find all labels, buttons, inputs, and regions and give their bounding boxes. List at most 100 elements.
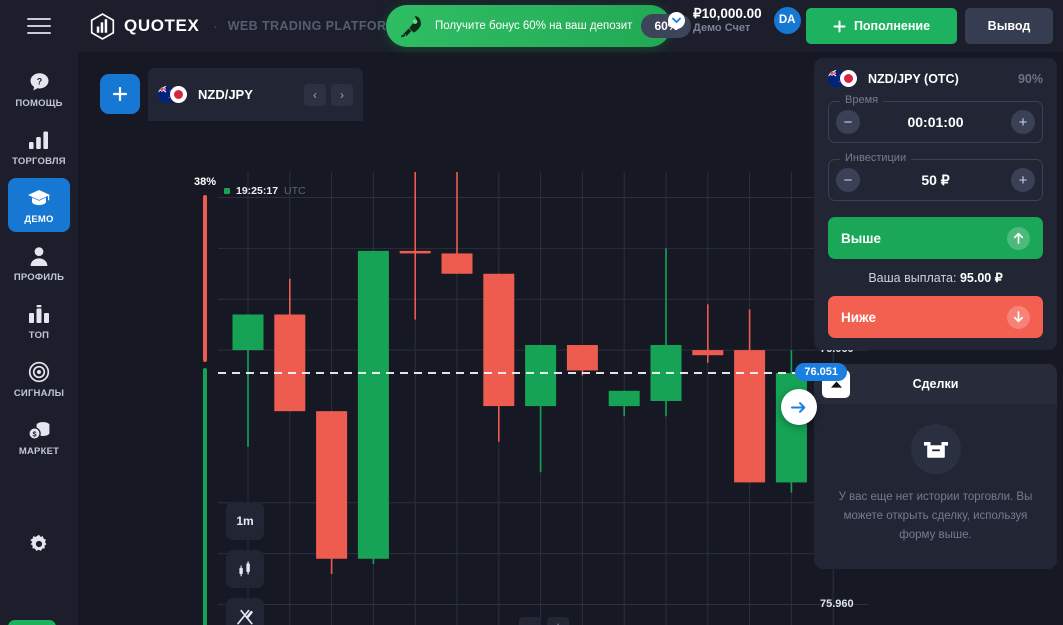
currency-flags-icon <box>158 85 190 104</box>
brand-logo: QUOTEX <box>90 12 200 40</box>
payout-amount: 95.00 ₽ <box>959 271 1003 285</box>
arrow-up-icon <box>1007 226 1030 250</box>
candlestick-plot[interactable] <box>218 172 868 625</box>
panel-asset-name: NZD/JPY (OTC) <box>868 72 959 86</box>
investment-increment-button[interactable]: + <box>1011 168 1035 192</box>
investment-value[interactable]: 50 ₽ <box>860 172 1011 189</box>
time-increment-button[interactable]: + <box>1011 110 1035 134</box>
deals-empty-state: У вас еще нет истории торговли. Вы может… <box>814 404 1057 569</box>
plus-icon <box>833 20 846 32</box>
brand-tagline: WEB TRADING PLATFORM <box>227 19 398 33</box>
sidebar-item-top[interactable]: ТОП <box>8 294 70 348</box>
deals-title: Сделки <box>912 377 959 391</box>
deposit-label: Пополнение <box>853 19 931 33</box>
sidebar-item-market[interactable]: $ МАРКЕТ <box>8 410 70 464</box>
settings-button[interactable] <box>0 534 78 554</box>
sentiment-sell-pct: 38% <box>193 176 217 188</box>
withdraw-label: Вывод <box>987 19 1031 33</box>
sidebar: ? ПОМОЩЬ ТОРГОВЛЯ ДЕМО ПРОФИЛЬ ТОП СИГНА… <box>0 52 78 625</box>
put-down-label: Ниже <box>841 309 876 325</box>
chart-type-button[interactable] <box>226 550 264 588</box>
sidebar-item-demo[interactable]: ДЕМО <box>8 178 70 232</box>
panel-asset-row[interactable]: NZD/JPY (OTC) 90% <box>828 70 1043 88</box>
drawing-tools-icon <box>237 609 253 625</box>
zoom-in-button[interactable]: + <box>547 617 569 625</box>
trade-form: NZD/JPY (OTC) 90% Время − 00:01:00 + Инв… <box>814 58 1057 350</box>
bar-chart-icon <box>28 129 50 151</box>
payout-prefix: Ваша выплата: <box>868 271 960 285</box>
sentiment-buy-bar <box>203 368 207 625</box>
sidebar-item-help[interactable]: ? ПОМОЩЬ <box>8 62 70 116</box>
payout-percent: 90% <box>1017 72 1043 86</box>
signal-icon <box>28 361 50 383</box>
asset-tab[interactable]: NZD/JPY ‹ › <box>148 68 363 121</box>
chevron-down-icon[interactable] <box>668 11 685 29</box>
timeframe-label: 1m <box>236 514 254 528</box>
sidebar-label: ТОП <box>28 330 50 341</box>
investment-legend: Инвестиции <box>840 152 912 164</box>
time-value[interactable]: 00:01:00 <box>860 114 1011 130</box>
podium-icon <box>28 303 50 325</box>
candlestick-icon <box>239 561 250 577</box>
sidebar-label: ПОМОЩЬ <box>15 98 63 109</box>
sidebar-label: МАРКЕТ <box>18 446 60 457</box>
chart-area[interactable]: NZD/JPY ‹ › 38% 62% 19:25:17 UTC 76.1207… <box>78 52 868 625</box>
timezone-label: UTC <box>284 185 306 197</box>
sidebar-item-signals[interactable]: СИГНАЛЫ <box>8 352 70 406</box>
promo-text: Получите бонус 60% на ваш депозит <box>435 20 633 32</box>
svg-text:$: $ <box>32 429 36 438</box>
sidebar-item-trading[interactable]: ТОРГОВЛЯ <box>8 120 70 174</box>
sidebar-label: ДЕМО <box>24 214 54 225</box>
deals-header: Сделки <box>814 364 1057 404</box>
balance-selector[interactable]: ₽10,000.00 Демо Счет DA <box>668 6 801 34</box>
time-legend: Время <box>840 94 884 106</box>
zoom-controls: − + <box>519 617 569 625</box>
archive-box-icon <box>910 424 961 474</box>
promo-banner[interactable]: Получите бонус 60% на ваш депозит 60% <box>386 5 692 47</box>
call-up-label: Выше <box>841 230 882 246</box>
app-header: QUOTEX · WEB TRADING PLATFORM Получите б… <box>0 0 1063 52</box>
price-tick-label: 75.960 <box>820 597 854 610</box>
sidebar-label: ПРОФИЛЬ <box>13 272 65 283</box>
coins-icon: $ <box>27 419 51 441</box>
deals-panel: Сделки У вас еще нет истории торговли. В… <box>814 364 1057 569</box>
zoom-out-button[interactable]: − <box>519 617 541 625</box>
sidebar-label: СИГНАЛЫ <box>13 388 65 399</box>
chevron-left-icon[interactable]: ‹ <box>304 83 326 106</box>
time-decrement-button[interactable]: − <box>836 110 860 134</box>
sidebar-item-profile[interactable]: ПРОФИЛЬ <box>8 236 70 290</box>
deals-empty-text: У вас еще нет истории торговли. Вы может… <box>838 491 1033 541</box>
drawing-tools-button[interactable] <box>226 598 264 625</box>
deposit-button[interactable]: Пополнение <box>806 8 957 44</box>
investment-decrement-button[interactable]: − <box>836 168 860 192</box>
live-dot-icon <box>224 188 230 194</box>
sentiment-sell-bar <box>203 195 207 362</box>
currency-flags-icon <box>828 70 860 88</box>
account-type: Демо Счет <box>693 21 751 34</box>
sidebar-label: ТОРГОВЛЯ <box>12 156 66 167</box>
brand-name: QUOTEX <box>124 16 200 35</box>
arrow-down-icon <box>1007 305 1030 329</box>
add-asset-button[interactable] <box>100 74 140 114</box>
asset-tab-label: NZD/JPY <box>198 87 253 102</box>
withdraw-button[interactable]: Вывод <box>965 8 1053 44</box>
arrow-right-icon <box>791 401 806 413</box>
put-down-button[interactable]: Ниже <box>828 296 1043 338</box>
expiration-time-field[interactable]: Время − 00:01:00 + <box>828 94 1043 143</box>
plus-icon <box>112 86 128 102</box>
rocket-icon <box>401 15 421 38</box>
brand-separator: · <box>213 18 218 34</box>
live-chat-button[interactable]: Live chat <box>8 620 56 625</box>
hamburger-icon[interactable] <box>0 0 78 52</box>
avatar[interactable]: DA <box>773 6 801 34</box>
investment-field[interactable]: Инвестиции − 50 ₽ + <box>828 152 1043 201</box>
gear-icon <box>30 534 47 551</box>
chart-timestamp: 19:25:17 UTC <box>224 185 306 197</box>
help-icon: ? <box>29 71 50 93</box>
quotex-logo-icon <box>90 12 115 40</box>
graduation-cap-icon <box>27 187 51 209</box>
chevron-right-icon[interactable]: › <box>331 83 353 106</box>
timeframe-button[interactable]: 1m <box>226 502 264 540</box>
call-up-button[interactable]: Выше <box>828 217 1043 259</box>
svg-text:?: ? <box>36 76 42 86</box>
